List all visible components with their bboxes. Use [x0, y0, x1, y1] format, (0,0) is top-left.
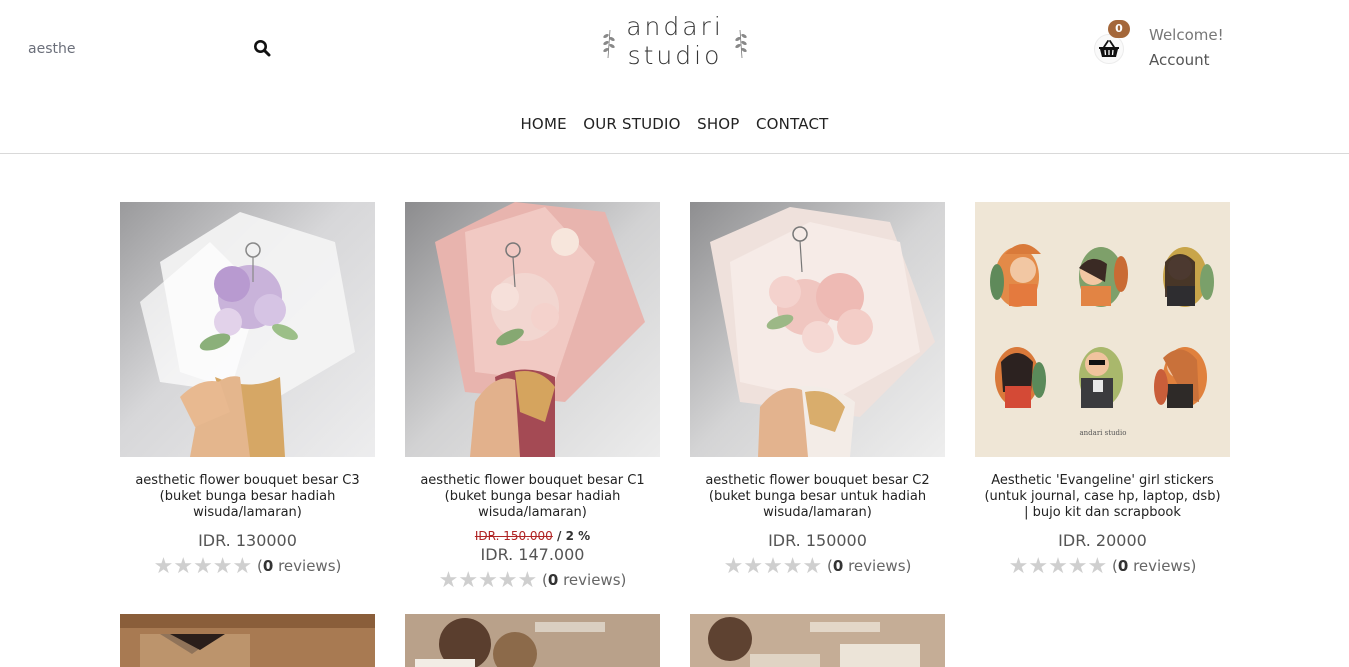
reviews-count: 0 — [547, 571, 559, 589]
journal-kit-photo-2 — [690, 614, 945, 667]
product-image[interactable] — [690, 202, 945, 457]
svg-text:andari studio: andari studio — [1080, 429, 1127, 437]
envelope-photo — [120, 614, 375, 667]
bouquet-photo-purple — [120, 202, 375, 457]
account-link[interactable]: Account — [1149, 51, 1210, 69]
product-rating: ★★★★★ (0 reviews) — [975, 554, 1230, 579]
product-rating: ★★★★★ (0 reviews) — [120, 554, 375, 579]
site-header: andari studio 0 Welcome! Account HOME OU… — [0, 0, 1349, 154]
search-input[interactable] — [28, 36, 248, 62]
bouquet-photo-pink — [405, 202, 660, 457]
product-image[interactable] — [405, 614, 660, 667]
cart-button[interactable]: 0 — [1094, 20, 1134, 66]
leaf-sprig-right-icon — [735, 29, 747, 59]
product-old-price-line: IDR. 150.000 / 2 % — [405, 529, 660, 543]
logo-line-2: studio — [627, 41, 723, 70]
product-price: IDR. 147.000 — [480, 545, 585, 564]
product-image[interactable] — [690, 614, 945, 667]
product-title[interactable]: aesthetic flower bouquet besar C1 (buket… — [405, 473, 660, 521]
reviews-count: 0 — [832, 557, 844, 575]
reviews-suffix: reviews) — [273, 557, 342, 575]
bouquet-photo-peach — [690, 202, 945, 457]
product-discount: / 2 % — [552, 529, 591, 543]
product-old-price: IDR. 150.000 — [474, 529, 553, 543]
product-title[interactable]: aesthetic flower bouquet besar C3 (buket… — [120, 473, 375, 521]
nav-item-shop[interactable]: SHOP — [697, 115, 739, 133]
product-rating: ★★★★★ (0 reviews) — [690, 554, 945, 579]
main-nav: HOME OUR STUDIO SHOP CONTACT — [0, 115, 1349, 134]
rating-stars-icon: ★★★★★ — [1008, 554, 1108, 579]
sticker-sheet-illustration: andari studio — [975, 202, 1230, 457]
logo-line-1: andari — [626, 12, 724, 41]
product-image[interactable] — [405, 202, 660, 457]
rating-stars-icon: ★★★★★ — [153, 554, 253, 579]
product-image[interactable]: andari studio — [975, 202, 1230, 457]
reviews-suffix: reviews) — [843, 557, 912, 575]
product-rating: ★★★★★ (0 reviews) — [405, 568, 660, 593]
search-icon — [254, 40, 271, 57]
nav-item-our-studio[interactable]: OUR STUDIO — [583, 115, 680, 133]
product-price: IDR. 130000 — [198, 531, 297, 550]
reviews-count: 0 — [262, 557, 274, 575]
welcome-text: Welcome! — [1149, 26, 1224, 44]
product-title[interactable]: aesthetic flower bouquet besar C2 (buket… — [690, 473, 945, 521]
nav-item-contact[interactable]: CONTACT — [756, 115, 829, 133]
cart-count-badge: 0 — [1108, 20, 1130, 38]
product-card[interactable]: aesthetic flower bouquet besar C3 (buket… — [120, 202, 375, 579]
search-button[interactable] — [252, 39, 272, 59]
reviews-suffix: reviews) — [558, 571, 627, 589]
search-bar — [28, 36, 278, 62]
product-image[interactable] — [120, 202, 375, 457]
product-card[interactable]: aesthetic flower bouquet besar C1 (buket… — [405, 202, 660, 593]
product-price: IDR. 20000 — [1058, 531, 1147, 550]
rating-stars-icon: ★★★★★ — [723, 554, 823, 579]
product-image[interactable] — [120, 614, 375, 667]
rating-stars-icon: ★★★★★ — [438, 568, 538, 593]
shopping-basket-icon — [1099, 40, 1119, 57]
product-card[interactable]: aesthetic flower bouquet besar C2 (buket… — [690, 202, 945, 579]
reviews-count: 0 — [1117, 557, 1129, 575]
journal-kit-photo — [405, 614, 660, 667]
reviews-suffix: reviews) — [1128, 557, 1197, 575]
logo-text: andari studio — [622, 12, 728, 70]
nav-item-home[interactable]: HOME — [520, 115, 566, 133]
product-title[interactable]: Aesthetic 'Evangeline' girl stickers (un… — [975, 473, 1230, 521]
product-price: IDR. 150000 — [768, 531, 867, 550]
site-logo[interactable]: andari studio — [600, 10, 750, 76]
leaf-sprig-left-icon — [603, 29, 615, 59]
product-card[interactable]: andari studio Aesthetic 'Evangeline' gir… — [975, 202, 1230, 579]
